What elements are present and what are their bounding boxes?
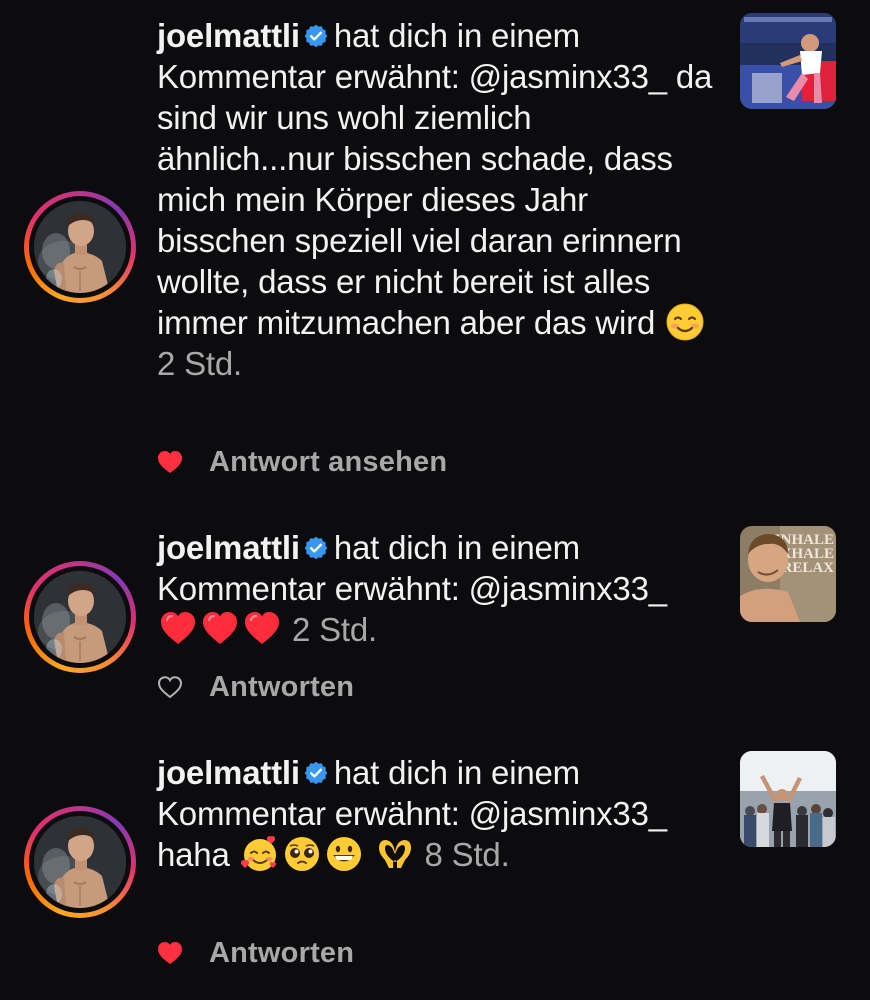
notification-text: joelmattli hat dich in einem Kommentar er… bbox=[157, 752, 717, 875]
post-thumbnail[interactable] bbox=[740, 13, 836, 109]
selfie-post-thumbnail-image: INHALE EXHALE RELAX bbox=[740, 526, 836, 622]
red-heart-emoji bbox=[201, 610, 239, 646]
timestamp: 2 Std. bbox=[291, 611, 377, 648]
comment-text: haha bbox=[157, 836, 230, 873]
notification-text: joelmattli hat dich in einem Kommentar er… bbox=[157, 527, 717, 650]
verified-badge-icon bbox=[303, 536, 328, 560]
timestamp: 8 Std. bbox=[424, 836, 510, 873]
mention[interactable]: @jasminx33_ bbox=[469, 570, 667, 607]
heart-hands-emoji bbox=[378, 840, 411, 868]
sports-post-thumbnail-image bbox=[740, 13, 836, 109]
reply-button[interactable]: Antworten bbox=[209, 671, 354, 704]
username[interactable]: joelmattli bbox=[157, 529, 300, 566]
avatar[interactable] bbox=[24, 806, 136, 918]
verified-badge-icon bbox=[303, 761, 328, 785]
mention[interactable]: @jasminx33_ bbox=[469, 795, 667, 832]
pleading-face-emoji bbox=[284, 837, 319, 871]
notification-actions: Antwort ansehen bbox=[157, 442, 447, 482]
reply-button[interactable]: Antworten bbox=[209, 937, 354, 970]
username[interactable]: joelmattli bbox=[157, 17, 300, 54]
heart-filled-icon[interactable] bbox=[157, 941, 183, 965]
thumbnail-text: RELAX bbox=[781, 560, 834, 576]
heart-outline-icon[interactable] bbox=[157, 675, 183, 699]
view-reply-button[interactable]: Antwort ansehen bbox=[209, 446, 447, 479]
red-heart-emoji bbox=[159, 610, 197, 646]
smiling-face-with-hearts-emoji bbox=[240, 836, 276, 871]
avatar[interactable] bbox=[24, 191, 136, 303]
notification-actions: Antworten bbox=[157, 667, 354, 707]
smiling-face-emoji bbox=[666, 303, 704, 341]
heart-filled-icon[interactable] bbox=[157, 450, 183, 474]
avatar[interactable] bbox=[24, 561, 136, 673]
timestamp: 2 Std. bbox=[157, 345, 243, 382]
verified-badge-icon bbox=[303, 24, 328, 48]
grinning-face-emoji bbox=[326, 837, 361, 871]
post-thumbnail[interactable]: INHALE EXHALE RELAX bbox=[740, 526, 836, 622]
comment-text: da sind wir uns wohl ziemlich ähnlich...… bbox=[157, 58, 713, 341]
username[interactable]: joelmattli bbox=[157, 754, 300, 791]
mention[interactable]: @jasminx33_ bbox=[469, 58, 667, 95]
red-heart-emoji bbox=[243, 610, 281, 646]
crowd-post-thumbnail-image bbox=[740, 751, 836, 847]
post-thumbnail[interactable] bbox=[740, 751, 836, 847]
notification-actions: Antworten bbox=[157, 933, 354, 973]
notification-text: joelmattli hat dich in einem Kommentar er… bbox=[157, 15, 717, 384]
